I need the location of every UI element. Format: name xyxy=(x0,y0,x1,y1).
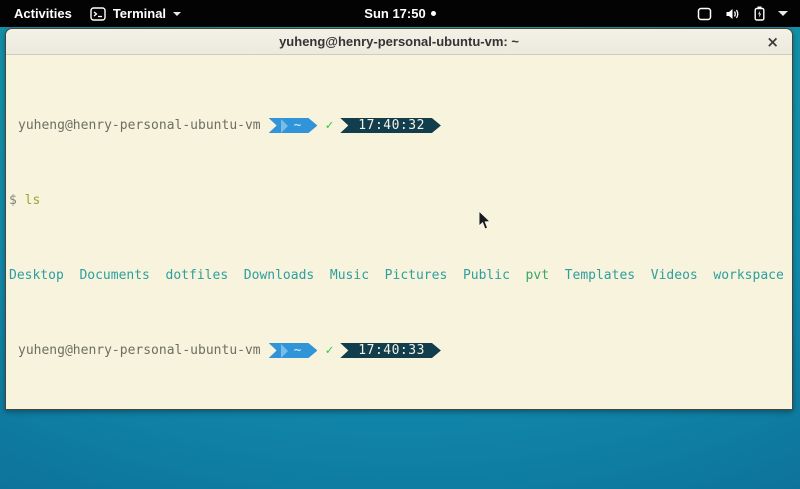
powerline-separator-icon xyxy=(281,344,288,358)
powerline-separator-icon xyxy=(281,119,288,133)
chevron-down-icon xyxy=(778,11,788,16)
directory-entry: Public xyxy=(463,268,510,283)
prompt-path: ~ xyxy=(294,343,302,358)
directory-entry: Templates xyxy=(565,268,635,283)
prompt-symbol: $ xyxy=(9,193,17,208)
powerline-path-segment: ~ xyxy=(269,118,318,133)
window-title: yuheng@henry-personal-ubuntu-vm: ~ xyxy=(279,34,519,49)
terminal-icon xyxy=(90,7,106,21)
prompt-line: yuheng@henry-personal-ubuntu-vm ~ ✓ 17:4… xyxy=(9,343,790,358)
directory-entry: dotfiles xyxy=(166,268,229,283)
system-tray[interactable] xyxy=(697,6,800,21)
prompt-time: 17:40:32 xyxy=(358,118,425,133)
battery-charging-icon xyxy=(754,6,765,21)
prompt-path: ~ xyxy=(294,118,302,133)
terminal-screen[interactable]: yuheng@henry-personal-ubuntu-vm ~ ✓ 17:4… xyxy=(6,55,792,410)
app-menu-label: Terminal xyxy=(113,6,166,21)
prompt-time: 17:40:33 xyxy=(358,343,425,358)
app-menu-terminal[interactable]: Terminal xyxy=(90,6,181,21)
powerline-time-segment: 17:40:33 xyxy=(340,343,441,358)
prompt-user-host: yuheng@henry-personal-ubuntu-vm xyxy=(18,118,261,133)
screen-icon xyxy=(697,7,712,21)
close-button[interactable]: × xyxy=(766,29,779,55)
ls-output-row: Desktop Documents dotfiles Downloads Music Pi… xyxy=(9,268,790,283)
status-check-icon: ✓ xyxy=(325,118,333,133)
command-text: ls xyxy=(25,193,41,208)
prompt-line: yuheng@henry-personal-ubuntu-vm ~ ✓ 17:4… xyxy=(9,118,790,133)
volume-icon xyxy=(725,7,741,21)
top-bar: Activities Terminal Sun 17:50 xyxy=(0,0,800,27)
directory-entry: Music xyxy=(330,268,369,283)
command-line: $ ls xyxy=(9,193,790,208)
directory-entry: Videos xyxy=(651,268,698,283)
directory-entry: pvt xyxy=(526,268,549,283)
directory-entry: workspace xyxy=(713,268,783,283)
directory-entry: Pictures xyxy=(385,268,448,283)
directory-entry: Downloads xyxy=(244,268,314,283)
powerline-path-segment: ~ xyxy=(269,343,318,358)
prompt-user-host: yuheng@henry-personal-ubuntu-vm xyxy=(18,343,261,358)
window-titlebar[interactable]: yuheng@henry-personal-ubuntu-vm: ~ × xyxy=(6,29,792,55)
directory-entry: Documents xyxy=(79,268,149,283)
status-check-icon: ✓ xyxy=(325,343,333,358)
terminal-window: yuheng@henry-personal-ubuntu-vm: ~ × yuh… xyxy=(5,28,793,410)
clock-button[interactable]: Sun 17:50 xyxy=(364,6,435,21)
directory-entry: Desktop xyxy=(9,268,64,283)
chevron-down-icon xyxy=(173,12,181,16)
activities-button[interactable]: Activities xyxy=(10,6,76,21)
notification-dot-icon xyxy=(431,11,436,16)
powerline-time-segment: 17:40:32 xyxy=(340,118,441,133)
clock-label: Sun 17:50 xyxy=(364,6,425,21)
